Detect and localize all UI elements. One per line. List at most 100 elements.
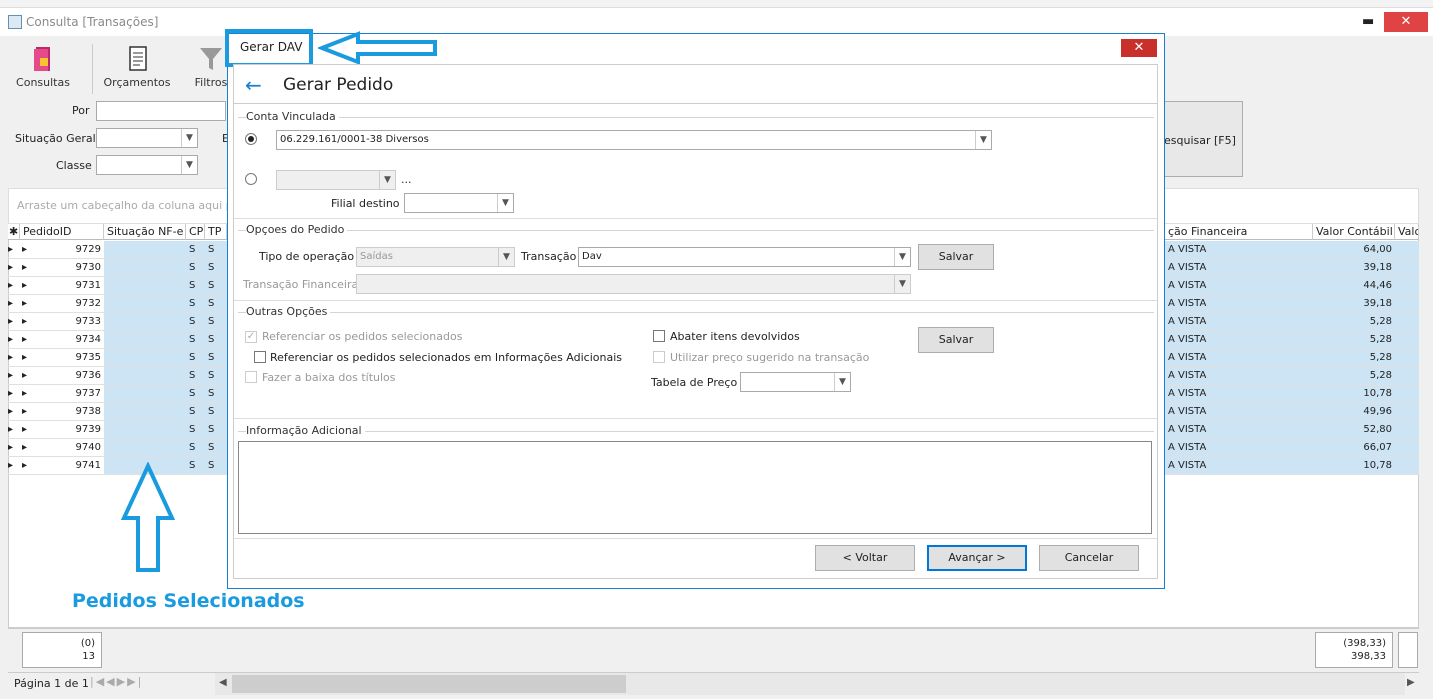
cell-pedidoid: 9737 (75, 388, 101, 399)
col-valor-contabil[interactable]: Valor Contábil (1313, 224, 1395, 240)
cell-valor (1395, 241, 1419, 258)
scrollbar-thumb[interactable] (232, 675, 626, 693)
cell-transacao-financeira: A VISTA (1165, 259, 1313, 276)
filial-destino-select[interactable]: ▼ (404, 193, 514, 213)
cell-cp: S (186, 367, 205, 384)
filtros-button[interactable]: Filtros (193, 42, 229, 94)
summary-footer (8, 628, 1419, 670)
por-label: Por (72, 104, 90, 117)
window-title: Consulta [Transações] (26, 15, 159, 29)
cell-valor-contabil: 5,28 (1313, 349, 1395, 366)
sum-summary: (398,33) 398,33 (1315, 632, 1393, 668)
baixa-titulos-checkbox[interactable] (245, 371, 257, 383)
close-window-button[interactable]: ✕ (1384, 12, 1428, 32)
row-indicator-icon: ▸ (8, 388, 14, 399)
divider (234, 300, 1157, 301)
cell-pedidoid: 9730 (75, 262, 101, 273)
minimize-button[interactable]: ▬ (1362, 12, 1374, 32)
conta-group-line (238, 117, 1154, 118)
account-radio-other[interactable] (245, 173, 257, 185)
consultas-button[interactable]: Consultas (10, 42, 76, 94)
cell-transacao-financeira: A VISTA (1165, 241, 1313, 258)
account-select[interactable]: 06.229.161/0001-38 Diversos ▼ (276, 130, 992, 150)
col-situacao-nfe[interactable]: Situação NF-e (104, 224, 186, 240)
scroll-right-icon[interactable]: ▶ (1407, 677, 1415, 688)
col-valor[interactable]: Valo (1395, 224, 1419, 240)
prev-page-icon[interactable]: ◀ (106, 675, 116, 688)
por-input[interactable] (96, 101, 226, 121)
cell-tp: S (205, 295, 227, 312)
tipo-operacao-label: Tipo de operação (259, 250, 355, 263)
informacao-adicional-textarea[interactable] (238, 441, 1152, 534)
back-arrow-icon[interactable]: ← (245, 73, 262, 97)
dialog-heading: Gerar Pedido (283, 75, 394, 95)
scroll-left-icon[interactable]: ◀ (219, 677, 227, 688)
row-indicator-icon: ▸ (8, 244, 14, 255)
top-strip (0, 0, 1433, 8)
cell-cp: S (186, 313, 205, 330)
col-transacao-financeira[interactable]: ção Financeira (1165, 224, 1313, 240)
row-indicator-icon: ▸ (8, 262, 14, 273)
pesquisar-label: esquisar [F5] (1164, 134, 1236, 147)
title-callout-box (225, 29, 313, 67)
first-page-icon[interactable]: |◀ (90, 675, 106, 688)
situacao-geral-select[interactable]: ▼ (96, 128, 198, 148)
col-tp[interactable]: TP (205, 224, 227, 240)
cell-cp: S (186, 457, 205, 474)
classe-select[interactable]: ▼ (96, 155, 198, 175)
account-radio-selected[interactable] (245, 133, 257, 145)
ref-info-checkbox[interactable] (254, 351, 266, 363)
cell-valor (1395, 349, 1419, 366)
dialog-close-button[interactable]: ✕ (1121, 39, 1157, 57)
salvar-opcoes-button[interactable]: Salvar (918, 327, 994, 353)
cell-cp: S (186, 295, 205, 312)
col-cp[interactable]: CP (186, 224, 205, 240)
cell-valor (1395, 295, 1419, 312)
preco-sugerido-checkbox[interactable] (653, 351, 665, 363)
cell-pedidoid: 9731 (75, 280, 101, 291)
next-page-icon[interactable]: ▶ (117, 675, 127, 688)
cell-cp: S (186, 241, 205, 258)
tipo-operacao-value: Saídas (360, 251, 393, 262)
tipo-operacao-select[interactable]: Saídas ▼ (356, 247, 515, 267)
outras-group-line (238, 312, 1154, 313)
other-account-select[interactable]: ▼ (276, 170, 396, 190)
orcamentos-label: Orçamentos (103, 76, 171, 89)
voltar-button[interactable]: < Voltar (815, 545, 915, 571)
cell-valor-contabil: 44,46 (1313, 277, 1395, 294)
cell-pedidoid: 9741 (75, 460, 101, 471)
cancelar-button[interactable]: Cancelar (1039, 545, 1139, 571)
avancar-button[interactable]: Avançar > (927, 545, 1027, 571)
cell-situacao-nfe (104, 295, 186, 312)
ref-pedidos-checkbox[interactable]: ✓ (245, 331, 257, 343)
cell-transacao-financeira: A VISTA (1165, 367, 1313, 384)
cell-pedidoid: 9740 (75, 442, 101, 453)
cell-valor (1395, 331, 1419, 348)
transacao-financeira-select[interactable]: ▼ (356, 274, 911, 294)
tabela-preco-select[interactable]: ▼ (740, 372, 851, 392)
cell-transacao-financeira: A VISTA (1165, 295, 1313, 312)
ellipsis-button[interactable]: ... (401, 173, 412, 186)
row-indicator-icon: ▸ (8, 406, 14, 417)
preco-sugerido-label: Utilizar preço sugerido na transação (670, 351, 870, 364)
row-indicator-header: ✱ (8, 224, 20, 240)
salvar-transacao-button[interactable]: Salvar (918, 244, 994, 270)
transacao-select[interactable]: Dav ▼ (578, 247, 911, 267)
cell-valor (1395, 367, 1419, 384)
page-indicator: Página 1 de 1 (14, 677, 89, 690)
sum-line1: (398,33) (1343, 638, 1386, 649)
baixa-titulos-label: Fazer a baixa dos títulos (262, 371, 396, 384)
cell-transacao-financeira: A VISTA (1165, 421, 1313, 438)
heading-divider (234, 103, 1157, 104)
cell-valor (1395, 259, 1419, 276)
cell-valor (1395, 385, 1419, 402)
cell-cp: S (186, 349, 205, 366)
transacao-value: Dav (582, 251, 602, 262)
cell-transacao-financeira: A VISTA (1165, 349, 1313, 366)
chevron-down-icon: ▼ (834, 373, 850, 391)
last-page-icon[interactable]: ▶| (127, 675, 143, 688)
col-pedidoid[interactable]: PedidoID (20, 224, 104, 240)
pesquisar-button[interactable]: esquisar [F5] (1153, 101, 1243, 177)
orcamentos-button[interactable]: Orçamentos (100, 42, 174, 94)
abater-checkbox[interactable] (653, 330, 665, 342)
